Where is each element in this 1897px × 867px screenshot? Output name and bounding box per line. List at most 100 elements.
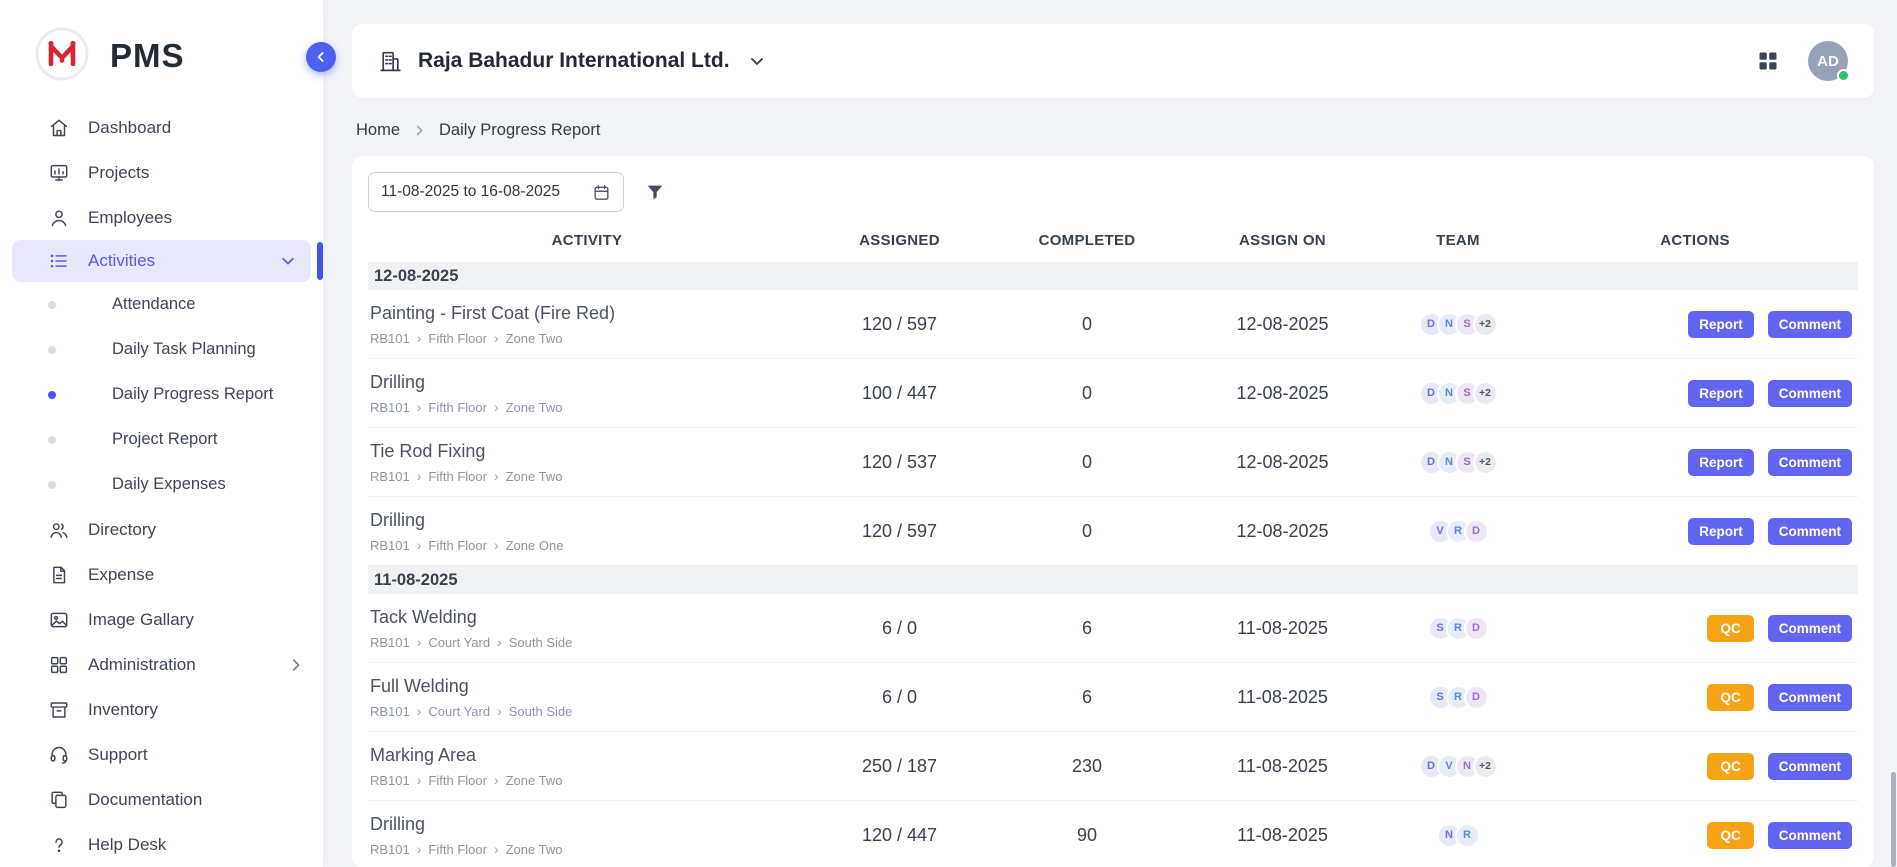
chevron-right-icon: › [417,331,422,345]
sidebar-item-employees[interactable]: Employees [0,195,323,240]
breadcrumb-home[interactable]: Home [356,121,400,140]
team-avatar: D [1464,685,1489,710]
user-avatar[interactable]: AD [1808,41,1848,81]
sidebar-item-activities[interactable]: Activities [12,240,311,282]
comment-button[interactable]: Comment [1768,311,1852,338]
qc-button[interactable]: QC [1707,615,1753,642]
completed-value: 0 [993,521,1181,542]
company-selector[interactable]: Raja Bahadur International Ltd. [378,49,767,74]
qc-button[interactable]: QC [1707,684,1753,711]
comment-button[interactable]: Comment [1768,753,1852,780]
completed-value: 0 [993,314,1181,335]
comment-button[interactable]: Comment [1768,684,1852,711]
documentation-icon [48,789,70,811]
sidebar-nav: DashboardProjectsEmployeesActivitiesAtte… [0,105,323,867]
activity-name: Full Welding [370,676,806,697]
report-button[interactable]: Report [1688,518,1754,545]
activity-row: DrillingRB101›Fifth Floor›Zone One120 / … [368,497,1858,566]
sidebar-item-administration[interactable]: Administration [0,642,323,687]
location-segment: South Side [509,704,573,719]
sidebar-item-projects[interactable]: Projects [0,150,323,195]
team-avatars: DNS+2 [1384,312,1532,337]
activity-location: RB101›Court Yard›South Side [370,704,806,719]
sidebar-item-dashboard[interactable]: Dashboard [0,105,323,150]
team-avatar: D [1464,519,1489,544]
location-segment: RB101 [370,538,410,553]
chevron-right-icon: › [417,469,422,483]
sidebar-item-help-desk[interactable]: Help Desk [0,822,323,867]
sidebar-subitem-daily-expenses[interactable]: Daily Expenses [0,462,323,507]
date-group-header: 12-08-2025 [368,262,1858,290]
sidebar-item-support[interactable]: Support [0,732,323,777]
chevron-right-icon: › [417,704,422,718]
qc-button[interactable]: QC [1707,753,1753,780]
location-segment: RB101 [370,331,410,346]
activity-location: RB101›Fifth Floor›Zone Two [370,842,806,857]
activity-cell: Marking AreaRB101›Fifth Floor›Zone Two [368,745,806,788]
row-actions: QC Comment [1532,615,1858,642]
scrollbar-thumb[interactable] [1891,772,1896,867]
location-segment: RB101 [370,704,410,719]
sidebar-subitem-daily-progress-report[interactable]: Daily Progress Report [0,372,323,417]
activity-row: Tack WeldingRB101›Court Yard›South Side6… [368,594,1858,663]
breadcrumb: Home Daily Progress Report [356,118,1870,142]
assigned-value: 6 / 0 [806,687,993,708]
logo-m-icon [34,26,90,87]
sidebar-item-image-gallary[interactable]: Image Gallary [0,597,323,642]
activity-name: Drilling [370,814,806,835]
sidebar-subitem-label: Daily Expenses [112,475,226,494]
team-avatars: DNS+2 [1384,381,1532,406]
chevron-right-icon: › [497,635,502,649]
report-button[interactable]: Report [1688,311,1754,338]
support-icon [48,744,70,766]
sidebar-subitem-daily-task-planning[interactable]: Daily Task Planning [0,327,323,372]
activity-row: Full WeldingRB101›Court Yard›South Side6… [368,663,1858,732]
top-header-actions: AD [1756,41,1848,81]
bullet-icon [48,391,56,399]
completed-value: 0 [993,452,1181,473]
team-avatars: SRD [1384,685,1532,710]
sidebar-item-directory[interactable]: Directory [0,507,323,552]
inventory-icon [48,699,70,721]
sidebar-item-inventory[interactable]: Inventory [0,687,323,732]
completed-value: 230 [993,756,1181,777]
date-range-input[interactable]: 11-08-2025 to 16-08-2025 [368,172,624,212]
comment-button[interactable]: Comment [1768,380,1852,407]
apps-grid-icon[interactable] [1756,49,1780,73]
filter-funnel-icon[interactable] [644,181,666,203]
sidebar: PMS DashboardProjectsEmployeesActivities… [0,0,323,867]
activity-location: RB101›Fifth Floor›Zone Two [370,400,806,415]
team-avatars: SRD [1384,616,1532,641]
sidebar-item-label: Help Desk [88,835,305,855]
column-header-completed: COMPLETED [993,232,1181,249]
sidebar-item-label: Inventory [88,700,305,720]
comment-button[interactable]: Comment [1768,822,1852,849]
chevron-right-icon: › [417,635,422,649]
activity-name: Tack Welding [370,607,806,628]
main-content: Raja Bahadur International Ltd. AD Home [323,0,1897,867]
team-avatar: R [1455,823,1480,848]
chevron-left-icon [313,49,329,65]
sidebar-subitem-project-report[interactable]: Project Report [0,417,323,462]
column-header-assign-on: ASSIGN ON [1181,232,1384,249]
avatar-initials: AD [1817,53,1839,70]
comment-button[interactable]: Comment [1768,615,1852,642]
table-body: 12-08-2025Painting - First Coat (Fire Re… [368,262,1858,867]
assign-on-date: 12-08-2025 [1181,383,1384,404]
sidebar-subitem-attendance[interactable]: Attendance [0,282,323,327]
sidebar-item-documentation[interactable]: Documentation [0,777,323,822]
bullet-icon [48,436,56,444]
report-button[interactable]: Report [1688,380,1754,407]
sidebar-item-expense[interactable]: Expense [0,552,323,597]
bullet-icon [48,346,56,354]
qc-button[interactable]: QC [1707,822,1753,849]
app-logo: PMS [0,0,323,86]
comment-button[interactable]: Comment [1768,449,1852,476]
assign-on-date: 12-08-2025 [1181,452,1384,473]
column-header-activity: ACTIVITY [368,232,806,249]
sidebar-collapse-button[interactable] [306,42,336,72]
comment-button[interactable]: Comment [1768,518,1852,545]
helpdesk-icon [48,834,70,856]
activity-cell: DrillingRB101›Fifth Floor›Zone One [368,510,806,553]
report-button[interactable]: Report [1688,449,1754,476]
